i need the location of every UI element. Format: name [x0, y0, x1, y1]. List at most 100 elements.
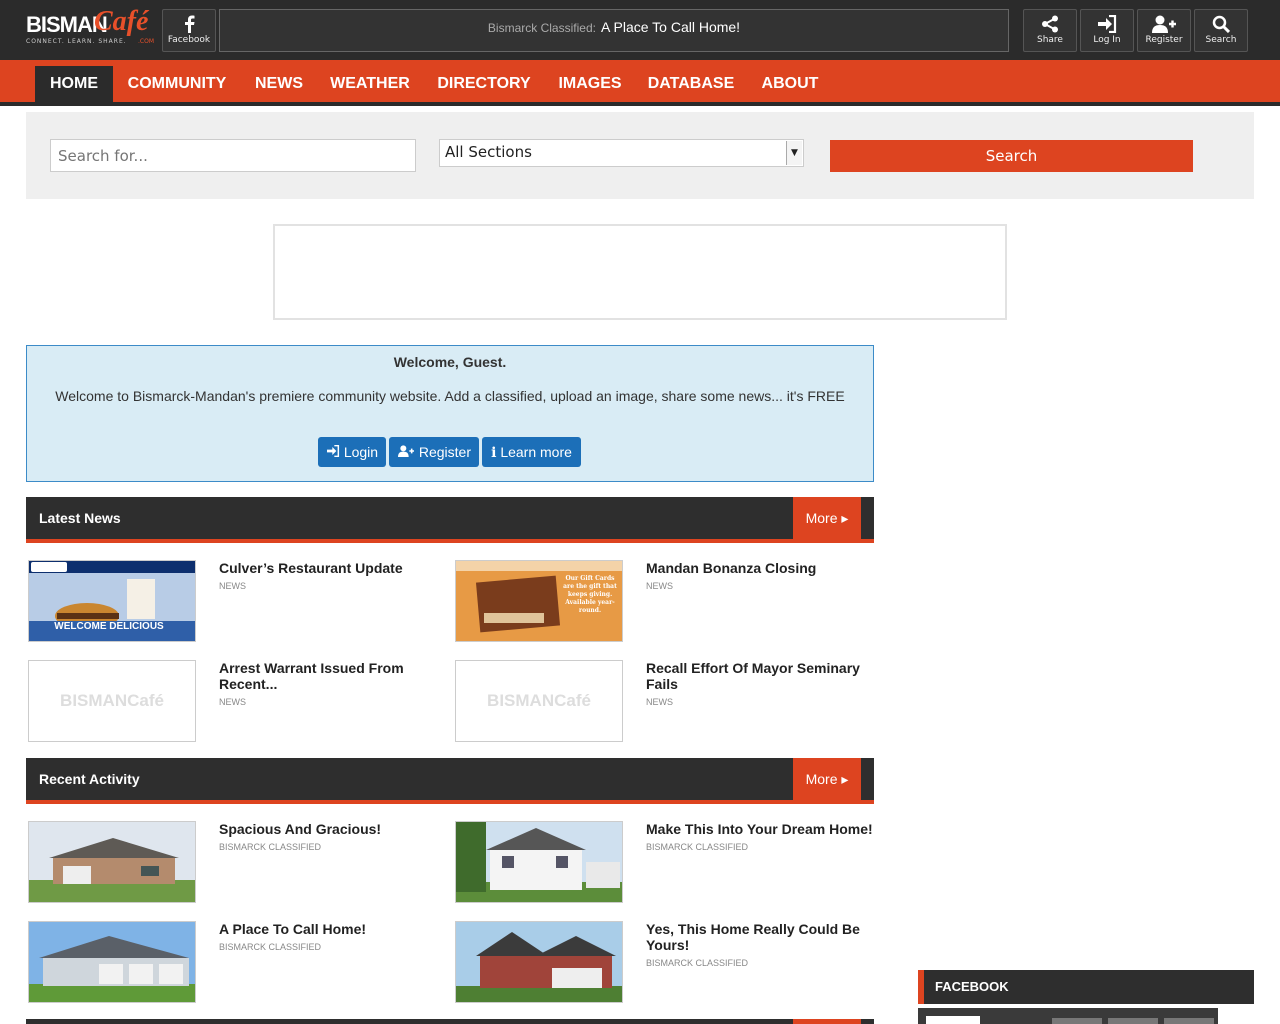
user-plus-icon [1138, 15, 1190, 35]
listing-category: BISMARCK CLASSIFIED [646, 958, 749, 968]
top-bar: BISMAN Café CONNECT. LEARN. SHARE. .COM … [0, 0, 1280, 60]
share-label: Share [1037, 35, 1063, 45]
login-button[interactable]: Log In [1080, 9, 1134, 52]
chevron-down-icon[interactable]: ▼ [786, 141, 802, 165]
placeholder-logo-text: BISMANCafé [60, 691, 164, 710]
facebook-widget-title: FACEBOOK [935, 979, 1009, 994]
search-input[interactable] [50, 139, 416, 172]
news-title[interactable]: Mandan Bonanza Closing NEWS [646, 560, 873, 594]
list-item[interactable]: Yes, This Home Really Could Be Yours! BIS… [453, 921, 873, 1005]
list-item[interactable]: Our Gift Cards are the gift that keeps g… [453, 560, 873, 644]
news-thumbnail-placeholder[interactable]: BISMANCafé [28, 660, 196, 742]
search-submit-button[interactable]: Search [830, 140, 1193, 172]
facebook-cover-photo [1164, 1018, 1214, 1024]
nav-divider [0, 102, 1280, 106]
thumbnail-text: WELCOME DELICIOUS [54, 621, 164, 632]
news-title-text: Recall Effort Of Mayor Seminary Fails [646, 660, 860, 692]
news-title[interactable]: Arrest Warrant Issued From Recent... NEWS [219, 660, 446, 710]
nav-news[interactable]: NEWS [248, 66, 310, 102]
list-item[interactable]: A Place To Call Home! BISMARCK CLASSIFIED [26, 921, 446, 1005]
search-toggle-button[interactable]: Search [1194, 9, 1248, 52]
latest-news-more-button[interactable]: More ▸ [793, 497, 861, 539]
ticker-value[interactable]: A Place To Call Home! [601, 19, 740, 35]
listing-title[interactable]: A Place To Call Home! BISMARCK CLASSIFIED [219, 921, 446, 955]
recent-activity-header: Recent Activity More ▸ [26, 758, 874, 804]
welcome-learn-label: Learn more [500, 444, 572, 460]
news-title-text: Culver’s Restaurant Update [219, 560, 403, 576]
welcome-login-button[interactable]: Login [318, 437, 386, 467]
list-item[interactable]: WELCOME DELICIOUS Culver’s Restaurant Up… [26, 560, 446, 644]
nav-home[interactable]: HOME [35, 66, 113, 102]
login-label: Log In [1093, 35, 1121, 45]
welcome-register-label: Register [418, 444, 472, 460]
news-thumbnail[interactable]: WELCOME DELICIOUS [28, 560, 196, 642]
sign-in-icon [1081, 14, 1133, 35]
listing-photo[interactable] [28, 821, 196, 903]
listing-title-text: Yes, This Home Really Could Be Yours! [646, 921, 860, 953]
listing-title[interactable]: Make This Into Your Dream Home! BISMARCK … [646, 821, 873, 855]
latest-news-title: Latest News [39, 510, 121, 526]
nav-images[interactable]: IMAGES [553, 66, 627, 102]
news-title[interactable]: Recall Effort Of Mayor Seminary Fails NEW… [646, 660, 873, 710]
news-title-text: Arrest Warrant Issued From Recent... [219, 660, 404, 692]
more-label: More [805, 771, 838, 787]
listing-title[interactable]: Spacious And Gracious! BISMARCK CLASSIFIE… [219, 821, 446, 855]
listing-title-text: A Place To Call Home! [219, 921, 367, 937]
share-icon [1024, 15, 1076, 35]
news-thumbnail-placeholder[interactable]: BISMANCafé [455, 660, 623, 742]
register-label: Register [1145, 35, 1183, 45]
caret-right-icon: ▸ [841, 771, 849, 787]
listing-category: BISMARCK CLASSIFIED [219, 842, 322, 852]
welcome-text: Welcome to Bismarck-Mandan's premiere co… [55, 388, 845, 404]
list-item[interactable]: BISMANCafé Arrest Warrant Issued From Re… [26, 660, 446, 744]
thumbnail-text: Our Gift Cards are the gift that keeps g… [563, 575, 617, 614]
search-label: Search [1205, 35, 1237, 45]
share-button[interactable]: Share [1023, 9, 1077, 52]
latest-news-header: Latest News More ▸ [26, 497, 874, 543]
facebook-page-avatar[interactable] [926, 1016, 980, 1024]
facebook-cover-photo [1108, 1018, 1158, 1024]
logo-com: .COM [138, 38, 154, 45]
list-item[interactable]: Spacious And Gracious! BISMARCK CLASSIFIE… [26, 821, 446, 905]
caret-right-icon: ▸ [841, 510, 849, 526]
welcome-register-button[interactable]: Register [389, 437, 479, 467]
news-title[interactable]: Culver’s Restaurant Update NEWS [219, 560, 446, 594]
welcome-login-label: Login [343, 444, 379, 460]
listing-title-text: Spacious And Gracious! [219, 821, 382, 837]
welcome-panel: Welcome, Guest. Welcome to Bismarck-Mand… [26, 345, 874, 482]
search-icon [1195, 15, 1247, 35]
sign-in-icon [326, 444, 340, 460]
logo-accent-text: Café [94, 6, 149, 37]
listing-photo[interactable] [455, 921, 623, 1003]
listing-title[interactable]: Yes, This Home Really Could Be Yours! BIS… [646, 921, 873, 971]
listing-category: BISMARCK CLASSIFIED [646, 842, 749, 852]
listing-photo[interactable] [28, 921, 196, 1003]
info-icon: i [491, 445, 497, 461]
news-title-text: Mandan Bonanza Closing [646, 560, 817, 576]
classified-ticker[interactable]: Bismarck Classified: A Place To Call Hom… [219, 9, 1009, 52]
ad-banner [273, 224, 1007, 320]
facebook-button[interactable]: Facebook [162, 9, 216, 52]
nav-weather[interactable]: WEATHER [325, 66, 415, 102]
nav-database[interactable]: DATABASE [643, 66, 739, 102]
section-select[interactable]: All Sections ▼ [439, 139, 804, 167]
news-category: NEWS [219, 697, 246, 707]
user-plus-icon [397, 444, 415, 460]
logo-tagline: CONNECT. LEARN. SHARE. [26, 38, 127, 45]
welcome-learn-more-button[interactable]: i Learn more [482, 437, 581, 467]
news-thumbnail[interactable]: Our Gift Cards are the gift that keeps g… [455, 560, 623, 642]
nav-community[interactable]: COMMUNITY [121, 66, 233, 102]
welcome-heading: Welcome, Guest. [393, 354, 507, 370]
recent-activity-more-button[interactable]: More ▸ [793, 758, 861, 800]
register-button[interactable]: Register [1137, 9, 1191, 52]
nav-directory[interactable]: DIRECTORY [432, 66, 536, 102]
facebook-page-widget[interactable] [918, 1008, 1218, 1024]
nav-about[interactable]: ABOUT [756, 66, 824, 102]
list-item[interactable]: BISMANCafé Recall Effort Of Mayor Semina… [453, 660, 873, 744]
news-category: NEWS [646, 697, 673, 707]
listing-photo[interactable] [455, 821, 623, 903]
next-section-more-button[interactable] [793, 1019, 861, 1024]
site-logo[interactable]: BISMAN Café CONNECT. LEARN. SHARE. .COM [26, 6, 154, 50]
list-item[interactable]: Make This Into Your Dream Home! BISMARCK … [453, 821, 873, 905]
section-select-value: All Sections [445, 143, 532, 161]
